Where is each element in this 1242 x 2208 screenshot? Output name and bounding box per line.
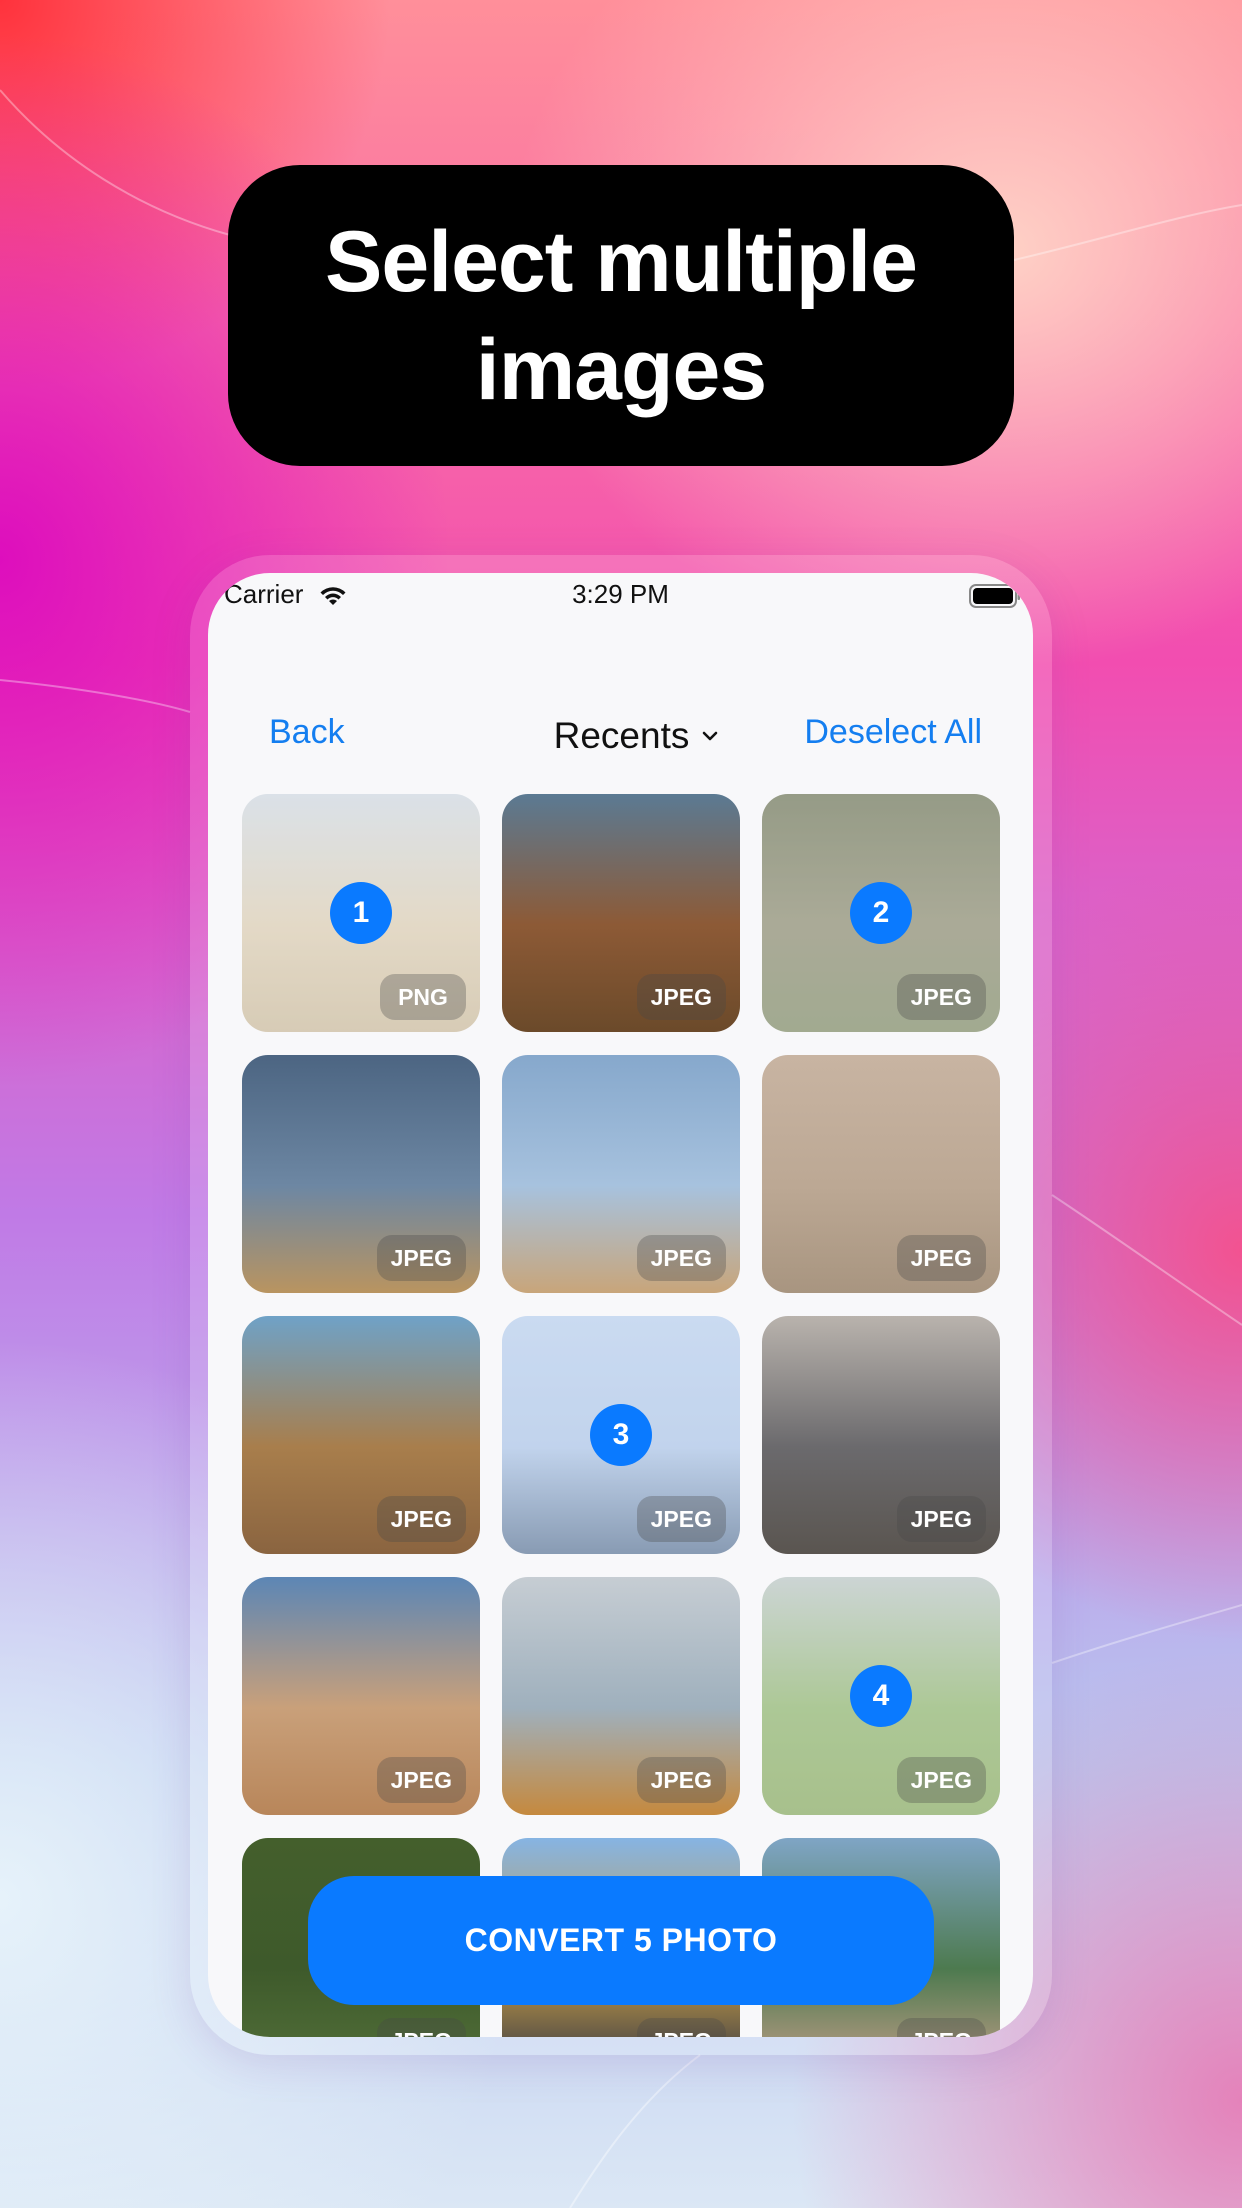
selection-order-badge: 1	[330, 882, 392, 944]
photo-tile[interactable]: JPEG	[502, 1055, 740, 1293]
format-badge: JPEG	[636, 1496, 726, 1542]
format-badge: JPEG	[376, 1757, 466, 1803]
photo-tile[interactable]: JPEG	[762, 1316, 1000, 1554]
format-badge: PNG	[380, 974, 466, 1020]
selection-order-badge: 4	[850, 1665, 912, 1727]
photo-tile[interactable]: JPEG	[242, 1055, 480, 1293]
format-badge: JPEG	[376, 2018, 466, 2037]
photo-tile[interactable]: JPEG 2	[762, 794, 1000, 1032]
photo-tile[interactable]: JPEG 4	[762, 1577, 1000, 1815]
photo-tile[interactable]: JPEG	[762, 1055, 1000, 1293]
format-badge: JPEG	[636, 1235, 726, 1281]
format-badge: JPEG	[896, 1496, 986, 1542]
photo-tile[interactable]: JPEG	[242, 1316, 480, 1554]
photo-tile[interactable]: JPEG	[242, 1577, 480, 1815]
convert-button[interactable]: CONVERT 5 PHOTO	[308, 1876, 934, 2005]
format-badge: JPEG	[896, 1757, 986, 1803]
format-badge: JPEG	[896, 1235, 986, 1281]
format-badge: JPEG	[376, 1496, 466, 1542]
format-badge: JPEG	[636, 2018, 726, 2037]
format-badge: JPEG	[896, 2018, 986, 2037]
headline-text: Select multiple images	[325, 213, 918, 418]
headline-banner: Select multiple images	[228, 165, 1014, 466]
photo-grid: PNG 1 JPEG JPEG 2 JPEG JPEG JPEG JPEG JPEG 3 JPEG JP…	[208, 573, 1033, 2037]
photo-tile[interactable]: JPEG	[502, 1577, 740, 1815]
format-badge: JPEG	[376, 1235, 466, 1281]
photo-tile[interactable]: JPEG 3	[502, 1316, 740, 1554]
format-badge: JPEG	[896, 974, 986, 1020]
photo-tile[interactable]: JPEG	[502, 794, 740, 1032]
format-badge: JPEG	[636, 1757, 726, 1803]
phone-screen: Carrier 3:29 PM Back Recents Deselect Al…	[208, 573, 1033, 2037]
selection-order-badge: 3	[590, 1404, 652, 1466]
selection-order-badge: 2	[850, 882, 912, 944]
photo-tile[interactable]: PNG 1	[242, 794, 480, 1032]
format-badge: JPEG	[636, 974, 726, 1020]
